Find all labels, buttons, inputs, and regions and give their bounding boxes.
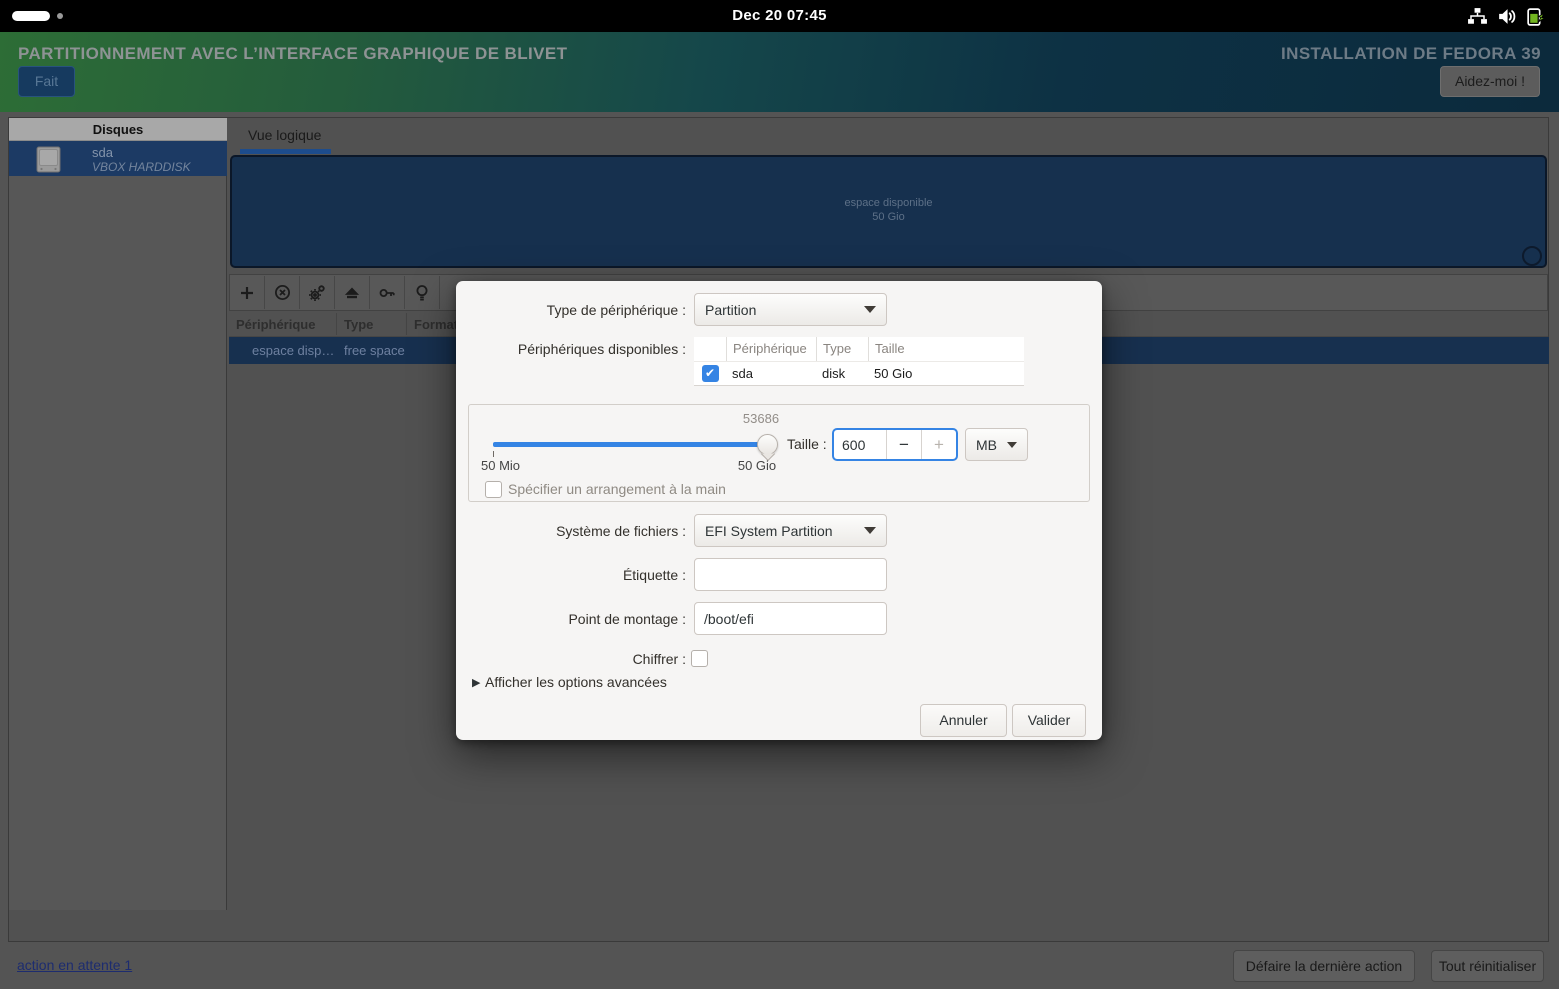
battery-charging-icon[interactable]	[1525, 6, 1546, 27]
free-space-label: espace disponible 50 Gio	[230, 196, 1547, 224]
column-type[interactable]: Type	[344, 317, 373, 332]
size-frame: 53686 50 Mio 50 Gio Taille : − + MB Spéc…	[468, 404, 1090, 502]
column-device[interactable]: Périphérique	[236, 317, 315, 332]
spin-plus-button[interactable]: +	[921, 430, 956, 459]
devices-col-size: Taille	[868, 337, 1024, 361]
manual-layout-label: Spécifier un arrangement à la main	[508, 481, 726, 498]
row-device-cell: espace disp…	[252, 343, 334, 358]
manual-layout-checkbox[interactable]	[485, 481, 502, 498]
filesystem-dropdown[interactable]: EFI System Partition	[694, 514, 887, 547]
slider-min-tick	[493, 451, 494, 457]
size-label: Taille :	[787, 428, 827, 461]
device-type-dropdown[interactable]: Partition	[694, 293, 887, 326]
filesystem-value: EFI System Partition	[705, 523, 833, 539]
cancel-button[interactable]: Annuler	[920, 704, 1007, 737]
page-title: PARTITIONNEMENT AVEC L’INTERFACE GRAPHIQ…	[18, 44, 567, 64]
disk-name: sda	[92, 145, 113, 160]
product-title: INSTALLATION DE FEDORA 39	[1281, 44, 1541, 64]
disks-sidebar	[9, 118, 227, 910]
available-devices-table: Périphérique Type Taille ✔ sda disk 50 G…	[694, 337, 1024, 386]
size-input[interactable]	[834, 430, 886, 459]
tab-logical-view[interactable]: Vue logique	[248, 127, 321, 143]
size-slider-track[interactable]	[493, 442, 768, 447]
column-separator	[406, 313, 407, 335]
unit-dropdown[interactable]: MB	[965, 428, 1028, 461]
device-type-value: Partition	[705, 302, 756, 318]
encrypt-checkbox[interactable]	[691, 650, 708, 667]
label-input[interactable]	[694, 558, 887, 591]
network-icon[interactable]	[1467, 6, 1488, 27]
harddisk-icon	[36, 146, 61, 178]
disks-header: Disques	[9, 118, 227, 141]
gears-icon	[308, 284, 326, 302]
clock[interactable]: Dec 20 07:45	[0, 0, 1559, 32]
screen: Dec 20 07:45 PARTITIONNEMENT AVEC L’INTE…	[0, 0, 1559, 989]
devices-table-row-sda[interactable]: ✔ sda disk 50 Gio	[694, 361, 1024, 385]
volume-icon[interactable]	[1496, 6, 1517, 27]
ok-button[interactable]: Valider	[1012, 704, 1086, 737]
devices-table-header: Périphérique Type Taille	[694, 337, 1024, 361]
column-format[interactable]: Format	[414, 317, 458, 332]
remove-icon	[274, 284, 291, 301]
available-devices-label: Périphériques disponibles :	[456, 341, 686, 357]
device-type-label: Type de périphérique :	[456, 302, 686, 318]
slider-value: 53686	[721, 411, 801, 426]
devices-row-type: disk	[816, 362, 868, 385]
size-slider-handle[interactable]	[757, 434, 778, 455]
spin-minus-button[interactable]: −	[886, 430, 921, 459]
eject-icon	[344, 285, 360, 301]
reset-all-button[interactable]: Tout réinitialiser	[1431, 950, 1544, 982]
column-separator	[336, 313, 337, 335]
unit-value: MB	[976, 437, 997, 453]
bulb-icon	[414, 284, 430, 302]
delete-partition-button[interactable]	[265, 276, 300, 309]
devices-col-device: Périphérique	[726, 337, 816, 361]
sda-checkbox[interactable]: ✔	[702, 365, 719, 382]
help-button[interactable]: Aidez-moi !	[1440, 66, 1540, 97]
add-partition-button[interactable]	[230, 276, 265, 309]
row-type-cell: free space	[344, 343, 405, 358]
devices-row-size: 50 Gio	[868, 362, 1024, 385]
size-spinbutton: − +	[832, 428, 958, 461]
free-space-circle-icon	[1522, 246, 1542, 266]
plus-icon	[239, 285, 255, 301]
devices-col-type: Type	[816, 337, 868, 361]
disk-description: VBOX HARDDISK	[92, 160, 191, 174]
info-button[interactable]	[405, 276, 440, 309]
edit-partition-button[interactable]	[300, 276, 335, 309]
mountpoint-input[interactable]	[694, 602, 887, 635]
slider-min-label: 50 Mio	[481, 458, 520, 473]
chevron-down-icon	[1007, 442, 1017, 448]
done-button[interactable]: Fait	[18, 66, 75, 97]
unmount-button[interactable]	[335, 276, 370, 309]
chevron-down-icon	[864, 527, 876, 534]
chevron-down-icon	[864, 306, 876, 313]
tab-underline	[240, 149, 331, 154]
decrypt-button[interactable]	[370, 276, 405, 309]
slider-max-label: 50 Gio	[722, 458, 792, 473]
undo-last-action-button[interactable]: Défaire la dernière action	[1233, 950, 1415, 982]
devices-row-device: sda	[726, 362, 816, 385]
advanced-options-expander[interactable]: Afficher les options avancées	[485, 674, 667, 690]
pending-actions-link[interactable]: action en attente 1	[17, 957, 132, 973]
key-icon	[378, 284, 396, 302]
